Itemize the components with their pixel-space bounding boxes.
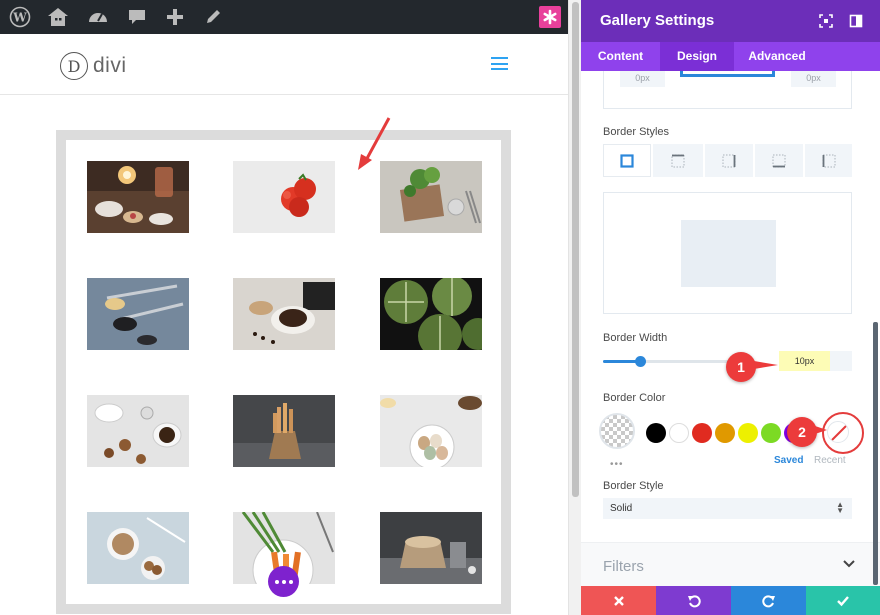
- undo-button[interactable]: [656, 586, 731, 615]
- saved-colors-tab[interactable]: Saved: [774, 455, 803, 466]
- filters-label: Filters: [603, 558, 644, 575]
- swatch-green[interactable]: [761, 423, 781, 443]
- annotation-callout-1: 1: [726, 352, 756, 382]
- border-bottom-icon: [772, 154, 786, 167]
- settings-panel: Gallery Settings Content Design Advanced…: [581, 0, 880, 615]
- border-all-icon: [620, 153, 634, 168]
- preview-scrollbar-thumb[interactable]: [572, 2, 579, 497]
- svg-text:W: W: [12, 11, 27, 25]
- chevron-down-icon: [843, 560, 855, 568]
- border-preview-shape: [681, 220, 776, 287]
- redo-icon: [761, 594, 775, 607]
- color-picker-button[interactable]: [599, 413, 635, 449]
- border-style-select[interactable]: Solid ▲ ▼: [603, 498, 852, 519]
- preview-scrollbar[interactable]: [568, 0, 581, 615]
- undo-icon: [687, 594, 701, 607]
- gallery-thumb[interactable]: [233, 161, 335, 233]
- border-top-icon: [671, 154, 685, 167]
- swatch-orange[interactable]: [715, 423, 735, 443]
- border-top-tab[interactable]: [653, 144, 703, 177]
- annotation-callout-2: 2: [787, 417, 817, 447]
- border-left-icon: [822, 154, 835, 167]
- border-width-label: Border Width: [603, 332, 668, 344]
- module-more-button[interactable]: [268, 566, 299, 597]
- divi-builder-icon[interactable]: [539, 6, 561, 28]
- callout-pointer-icon: [754, 361, 778, 369]
- border-styles-label: Border Styles: [603, 126, 670, 138]
- settings-tabs: Content Design Advanced: [581, 42, 880, 71]
- recent-colors-tab[interactable]: Recent: [814, 455, 846, 466]
- tab-design[interactable]: Design: [660, 42, 734, 71]
- comments-icon[interactable]: [125, 5, 149, 29]
- border-width-input-unit: [830, 351, 852, 371]
- slider-fill: [603, 360, 638, 363]
- border-color-label: Border Color: [603, 392, 666, 404]
- save-button[interactable]: [806, 586, 880, 615]
- border-bottom-tab[interactable]: [755, 144, 803, 177]
- border-right-icon: [722, 154, 736, 167]
- tab-advanced[interactable]: Advanced: [734, 42, 820, 71]
- gallery-thumb[interactable]: [87, 161, 189, 233]
- more-colors-icon[interactable]: •••: [610, 459, 624, 470]
- gallery-thumb[interactable]: [233, 278, 335, 350]
- border-all-sides-tab[interactable]: [603, 144, 651, 177]
- gallery-thumb[interactable]: [87, 512, 189, 584]
- gallery-thumb[interactable]: [87, 395, 189, 467]
- border-preview: [603, 192, 852, 314]
- admin-bar: W: [0, 0, 568, 34]
- border-style-label: Border Style: [603, 480, 664, 492]
- panel-scrollbar[interactable]: [873, 322, 878, 585]
- panel-header: Gallery Settings: [581, 0, 880, 42]
- radius-right-input[interactable]: 0px: [791, 71, 836, 87]
- expand-icon[interactable]: [819, 14, 833, 28]
- annotation-arrow-icon: [358, 117, 391, 170]
- close-icon: [613, 595, 624, 606]
- border-right-tab[interactable]: [705, 144, 753, 177]
- logo-text: divi: [93, 54, 127, 77]
- site-logo[interactable]: D divi: [60, 52, 127, 80]
- swatch-red[interactable]: [692, 423, 712, 443]
- dashboard-icon[interactable]: [86, 5, 110, 29]
- gallery-thumb[interactable]: [380, 512, 482, 584]
- gallery-thumb[interactable]: [380, 395, 482, 467]
- hamburger-icon[interactable]: [491, 57, 508, 70]
- snap-sidebar-icon[interactable]: [849, 14, 863, 28]
- highlight-circle: [822, 412, 864, 454]
- edit-icon[interactable]: [201, 5, 225, 29]
- panel-title: Gallery Settings: [600, 12, 715, 29]
- border-left-tab[interactable]: [805, 144, 852, 177]
- gallery-thumb[interactable]: [380, 278, 482, 350]
- gallery-thumb[interactable]: [233, 395, 335, 467]
- swatch-yellow[interactable]: [738, 423, 758, 443]
- screenshot-root: W D divi Gallery Settings Content Design…: [0, 0, 880, 615]
- discard-button[interactable]: [581, 586, 656, 615]
- radius-preview-shape: [680, 71, 775, 77]
- slider-handle[interactable]: [635, 356, 646, 367]
- site-header: D divi: [0, 34, 568, 95]
- swatch-black[interactable]: [646, 423, 666, 443]
- wordpress-logo-icon[interactable]: W: [8, 5, 32, 29]
- radius-left-input[interactable]: 0px: [620, 71, 665, 87]
- border-style-value: Solid: [610, 503, 633, 514]
- select-arrows-icon: ▲ ▼: [836, 500, 844, 515]
- logo-mark: D: [60, 52, 88, 80]
- panel-footer: [581, 586, 880, 615]
- gallery-thumb[interactable]: [87, 278, 189, 350]
- check-icon: [837, 595, 849, 606]
- filters-section[interactable]: Filters: [581, 542, 880, 586]
- redo-button[interactable]: [731, 586, 806, 615]
- new-content-icon[interactable]: [163, 5, 187, 29]
- tab-content[interactable]: Content: [581, 42, 660, 71]
- my-sites-icon[interactable]: [46, 5, 70, 29]
- swatch-white[interactable]: [669, 423, 689, 443]
- border-width-input[interactable]: 10px: [779, 351, 830, 371]
